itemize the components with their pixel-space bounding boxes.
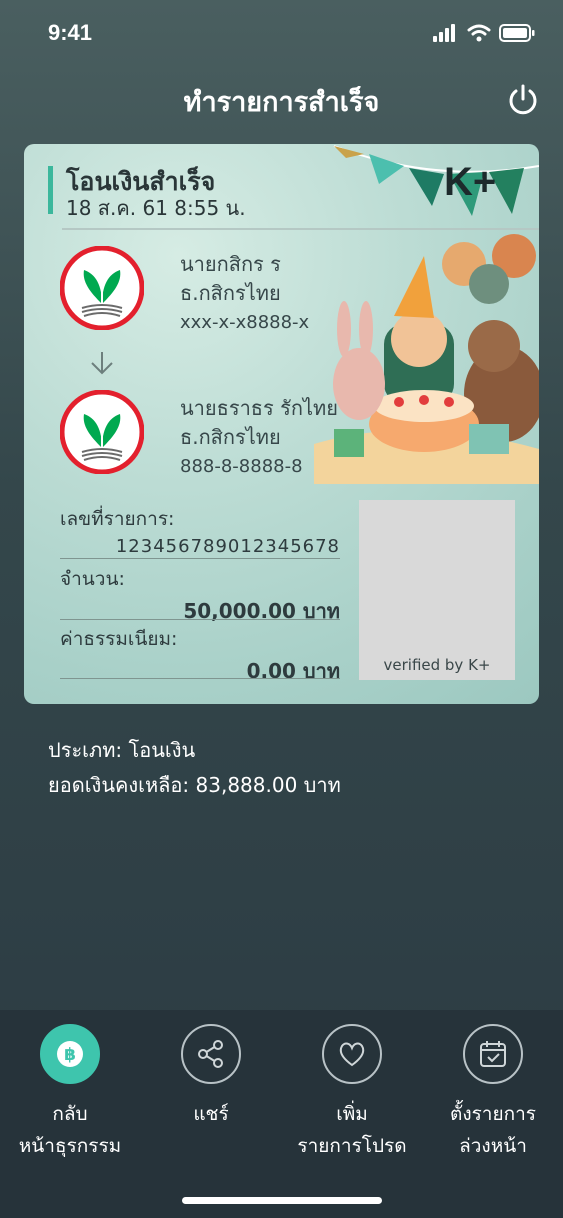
fee-value: 0.00 บาท <box>246 659 340 683</box>
status-bar: 9:41 <box>0 0 563 70</box>
amount-label: จำนวน: <box>60 568 125 590</box>
schedule-transfer-button[interactable]: ตั้งรายการ ล่วงหน้า <box>423 1024 563 1162</box>
schedule-label: ตั้งรายการ ล่วงหน้า <box>423 1098 563 1162</box>
battery-icon <box>499 24 535 42</box>
receiver-account: 888-8-8888-8 <box>180 456 303 477</box>
home-indicator[interactable] <box>182 1197 382 1204</box>
transaction-type: ประเภท: โอนเงิน <box>48 738 196 762</box>
back-label-line1: กลับ <box>52 1103 88 1125</box>
calendar-icon <box>463 1024 523 1084</box>
bottom-action-bar: ฿ กลับ หน้าธุรกรรม แชร์ เพิ่ม รายการโปรด… <box>0 1010 563 1218</box>
qr-code-placeholder <box>359 500 515 680</box>
share-label: แชร์ <box>193 1103 229 1125</box>
sender-bank-logo-icon <box>60 246 144 330</box>
slip-date: 18 ส.ค. 61 8:55 น. <box>66 196 246 220</box>
sender-name: นายกสิกร ร <box>180 252 281 276</box>
status-time: 9:41 <box>48 20 93 45</box>
share-icon <box>181 1024 241 1084</box>
favorite-label: เพิ่ม รายการโปรด <box>282 1098 422 1162</box>
receiver-info: นายธราธร รักไทย ธ.กสิกรไทย 888-8-8888-8 <box>180 394 338 481</box>
amount-underline <box>60 619 340 620</box>
power-icon[interactable] <box>505 82 541 118</box>
receiver-name: นายธราธร รักไทย <box>180 396 338 420</box>
amount-value: 50,000.00 บาท <box>183 599 340 623</box>
slip-divider <box>62 228 539 230</box>
wifi-icon <box>467 24 491 42</box>
favorite-label-line2: รายการโปรด <box>297 1135 407 1157</box>
ref-value: 123456789012345678 <box>115 536 340 557</box>
arrow-down-icon <box>91 352 113 375</box>
kplus-logo-text: K+ <box>444 160 497 204</box>
add-favorite-button[interactable]: เพิ่ม รายการโปรด <box>282 1024 422 1162</box>
signal-icon <box>433 24 455 42</box>
qr-caption: verified by K+ <box>383 656 491 674</box>
baht-icon: ฿ <box>40 1024 100 1084</box>
schedule-label-line2: ล่วงหน้า <box>459 1135 527 1157</box>
sender-info: นายกสิกร ร ธ.กสิกรไทย xxx-x-x8888-x <box>180 250 309 337</box>
sender-account: xxx-x-x8888-x <box>180 312 310 333</box>
share-button[interactable]: แชร์ <box>141 1024 281 1130</box>
fee-underline <box>60 678 340 679</box>
fee-label: ค่าธรรมเนียม: <box>60 628 178 650</box>
sender-bank: ธ.กสิกรไทย <box>180 281 281 305</box>
back-to-transactions-button[interactable]: ฿ กลับ หน้าธุรกรรม <box>0 1024 140 1162</box>
svg-text:฿: ฿ <box>64 1045 76 1065</box>
ref-underline <box>60 558 340 559</box>
receiver-bank-logo-icon <box>60 390 144 474</box>
bunting-decoration <box>333 145 539 216</box>
back-label-line2: หน้าธุรกรรม <box>18 1135 122 1157</box>
status-icons <box>433 24 535 42</box>
favorite-label-line1: เพิ่ม <box>336 1103 368 1125</box>
back-label: กลับ หน้าธุรกรรม <box>0 1098 140 1162</box>
receiver-bank: ธ.กสิกรไทย <box>180 425 281 449</box>
page-title: ทำรายการสำเร็จ <box>183 87 380 118</box>
birthday-illustration <box>314 234 539 484</box>
slip-accent-bar <box>48 166 53 214</box>
transfer-slip: K+ โอนเงินสำเร็จ 18 ส.ค. 61 8:55 น. นายก… <box>24 144 539 704</box>
remaining-balance: ยอดเงินคงเหลือ: 83,888.00 บาท <box>48 773 341 797</box>
kplus-logo: K+ <box>444 160 496 205</box>
schedule-label-line1: ตั้งรายการ <box>449 1103 536 1125</box>
ref-label: เลขที่รายการ: <box>60 508 175 530</box>
heart-icon <box>322 1024 382 1084</box>
